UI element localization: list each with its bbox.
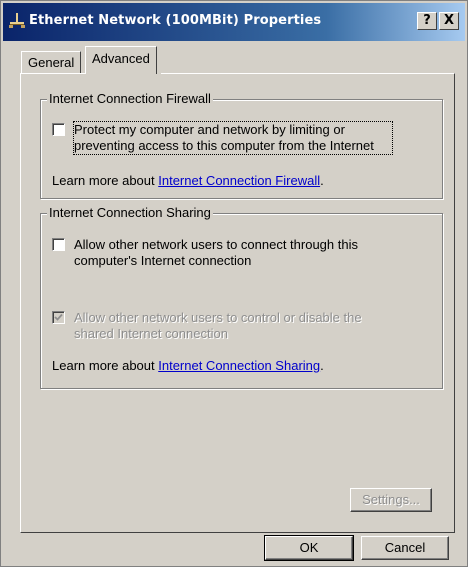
allow-connect-line-2: computer's Internet connection xyxy=(74,253,252,268)
allow-connect-label[interactable]: Allow other network users to connect thr… xyxy=(74,237,358,269)
firewall-learn-prefix: Learn more about xyxy=(52,173,159,188)
firewall-group-title: Internet Connection Firewall xyxy=(47,91,213,106)
checkmark-icon xyxy=(54,313,63,321)
allow-control-line-2: shared Internet connection xyxy=(74,326,228,341)
firewall-learn-more: Learn more about Internet Connection Fir… xyxy=(52,173,324,189)
firewall-checkbox[interactable] xyxy=(52,123,65,136)
allow-connect-checkbox[interactable] xyxy=(52,238,65,251)
allow-control-line-1: Allow other network users to control or … xyxy=(74,310,362,325)
tab-general[interactable]: General xyxy=(21,51,82,73)
sharing-learn-prefix: Learn more about xyxy=(52,358,159,373)
allow-control-label: Allow other network users to control or … xyxy=(74,310,362,342)
firewall-learn-link[interactable]: Internet Connection Firewall xyxy=(158,173,320,188)
ok-button[interactable]: OK xyxy=(264,535,354,561)
allow-control-checkbox[interactable] xyxy=(52,311,65,324)
properties-dialog: Ethernet Network (100MBit) Properties ? … xyxy=(0,0,468,567)
cancel-button[interactable]: Cancel xyxy=(361,536,449,560)
close-button[interactable]: X xyxy=(439,12,459,30)
firewall-checkbox-line-2: preventing access to this computer from … xyxy=(74,138,374,153)
firewall-learn-suffix: . xyxy=(320,173,324,188)
firewall-checkbox-line-1: Protect my computer and network by limit… xyxy=(74,122,345,137)
help-button[interactable]: ? xyxy=(417,12,437,30)
sharing-group-title: Internet Connection Sharing xyxy=(47,205,213,220)
allow-connect-line-1: Allow other network users to connect thr… xyxy=(74,237,358,252)
sharing-learn-suffix: . xyxy=(320,358,324,373)
firewall-checkbox-label[interactable]: Protect my computer and network by limit… xyxy=(73,121,393,155)
settings-button[interactable]: Settings... xyxy=(350,488,432,512)
tab-advanced[interactable]: Advanced xyxy=(85,46,157,74)
title-bar[interactable]: Ethernet Network (100MBit) Properties ? … xyxy=(3,3,465,41)
window-title: Ethernet Network (100MBit) Properties xyxy=(29,13,322,28)
sharing-learn-link[interactable]: Internet Connection Sharing xyxy=(158,358,320,373)
network-icon xyxy=(9,13,25,28)
sharing-learn-more: Learn more about Internet Connection Sha… xyxy=(52,358,324,374)
